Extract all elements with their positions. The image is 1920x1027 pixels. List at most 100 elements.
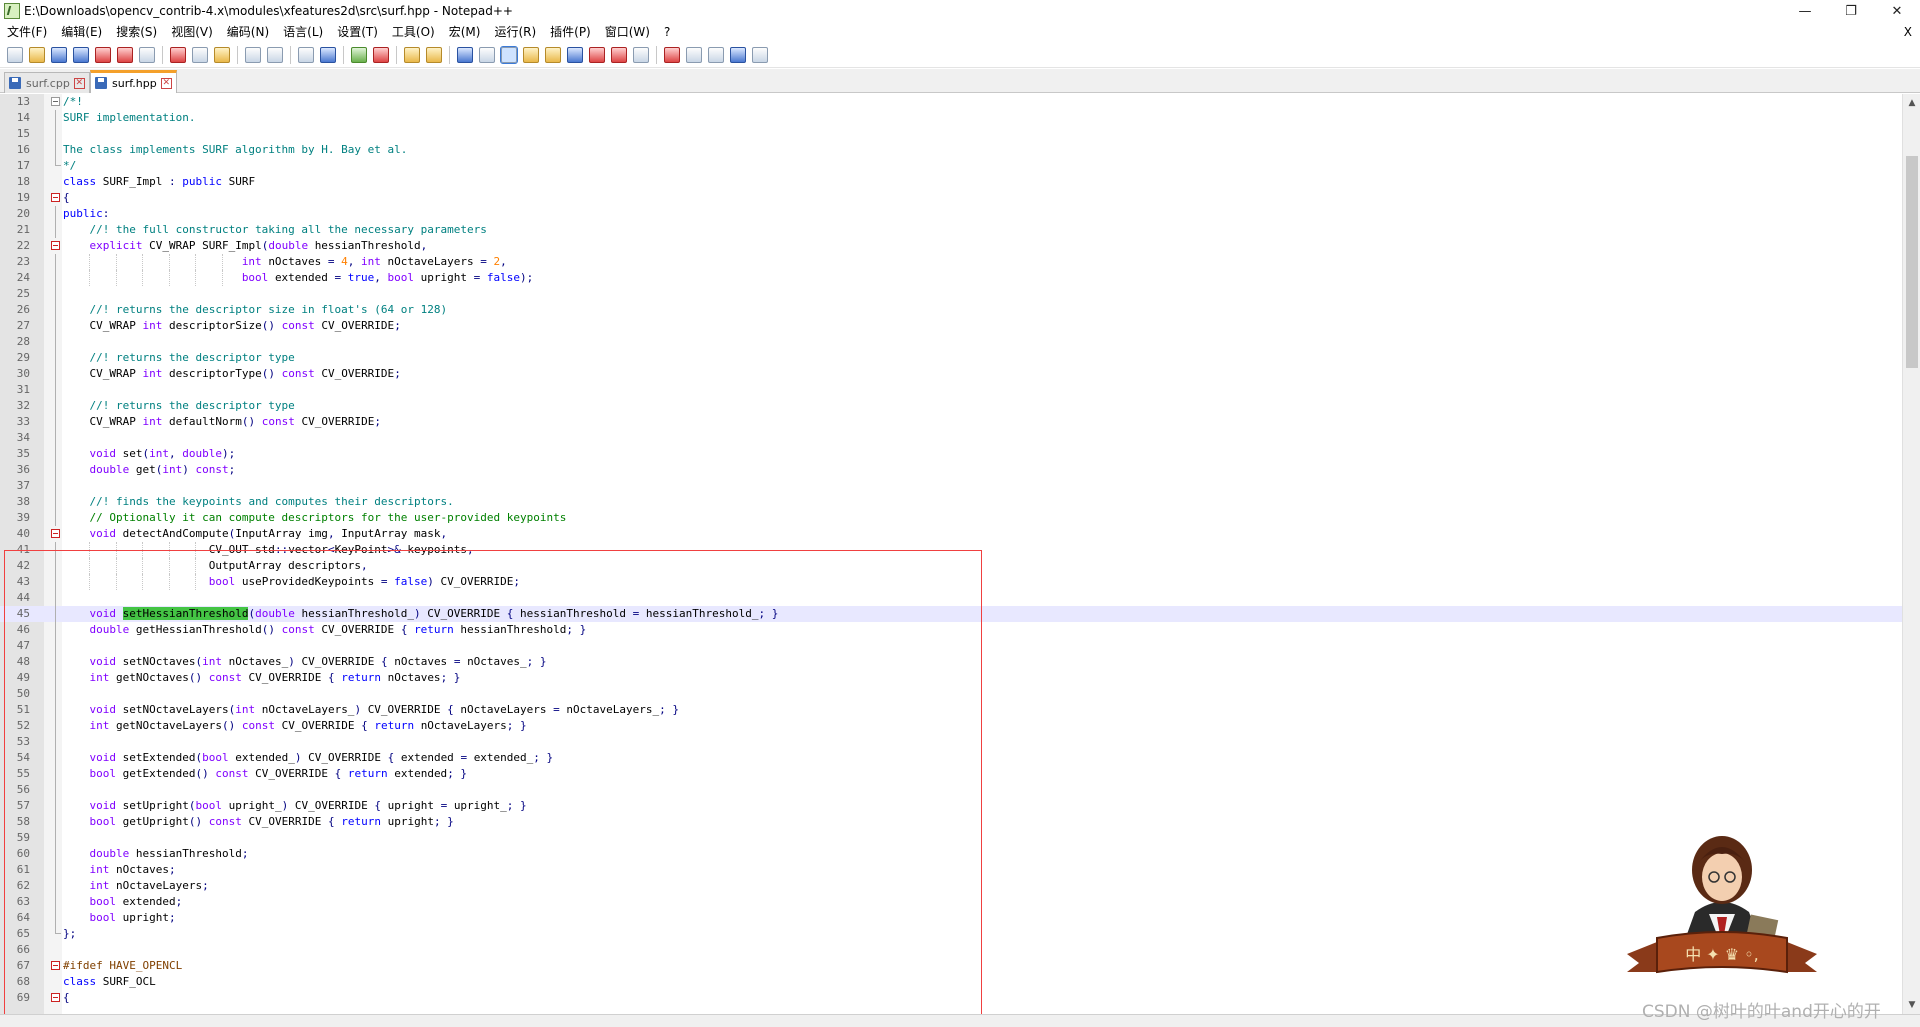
find-icon[interactable]	[298, 47, 314, 63]
code-line[interactable]: 30 CV_WRAP int descriptorType() const CV…	[0, 366, 1902, 382]
fold-toggle-icon[interactable]	[51, 961, 60, 970]
sync-vertical-icon[interactable]	[404, 47, 420, 63]
tab-surf-cpp[interactable]: surf.cpp ✕	[4, 72, 90, 93]
code-line[interactable]: 28	[0, 334, 1902, 350]
close-window-button[interactable]: ✕	[1874, 0, 1920, 22]
indent-guide-icon[interactable]	[500, 46, 518, 64]
scroll-down-icon[interactable]: ▼	[1903, 996, 1920, 1014]
fold-toggle-icon[interactable]	[51, 241, 60, 250]
code-line[interactable]: 32 //! returns the descriptor type	[0, 398, 1902, 414]
sync-horizontal-icon[interactable]	[426, 47, 442, 63]
paste-icon[interactable]	[214, 47, 230, 63]
code-line[interactable]: 35 void set(int, double);	[0, 446, 1902, 462]
code-line[interactable]: 55 bool getExtended() const CV_OVERRIDE …	[0, 766, 1902, 782]
cut-icon[interactable]	[170, 47, 186, 63]
code-line[interactable]: 33 CV_WRAP int defaultNorm() const CV_OV…	[0, 414, 1902, 430]
code-line[interactable]: 54 void setExtended(bool extended_) CV_O…	[0, 750, 1902, 766]
code-line[interactable]: 48 void setNOctaves(int nOctaves_) CV_OV…	[0, 654, 1902, 670]
code-line[interactable]: 56	[0, 782, 1902, 798]
code-line[interactable]: 14 SURF implementation.	[0, 110, 1902, 126]
code-line[interactable]: 52 int getNOctaveLayers() const CV_OVERR…	[0, 718, 1902, 734]
code-line[interactable]: 69 {	[0, 990, 1902, 1006]
code-line[interactable]: 34	[0, 430, 1902, 446]
code-line[interactable]: 51 void setNOctaveLayers(int nOctaveLaye…	[0, 702, 1902, 718]
close-document-button[interactable]: X	[1904, 22, 1912, 43]
redo-icon[interactable]	[267, 47, 283, 63]
close-tab-icon[interactable]: ✕	[160, 77, 172, 89]
play-macro-icon[interactable]	[708, 47, 724, 63]
doc-list-icon[interactable]	[567, 47, 583, 63]
close-icon[interactable]	[95, 47, 111, 63]
code-line[interactable]: 23 int nOctaves = 4, int nOctaveLayers =…	[0, 254, 1902, 270]
code-line[interactable]: 18 class SURF_Impl : public SURF	[0, 174, 1902, 190]
code-line[interactable]: 17 */	[0, 158, 1902, 174]
save-all-icon[interactable]	[73, 47, 89, 63]
code-line[interactable]: 29 //! returns the descriptor type	[0, 350, 1902, 366]
menu-help[interactable]: ?	[657, 22, 677, 43]
fold-toggle-icon[interactable]	[51, 97, 60, 106]
menu-language[interactable]: 语言(L)	[276, 22, 330, 43]
code-line[interactable]: 39 // Optionally it can compute descript…	[0, 510, 1902, 526]
minimize-button[interactable]: —	[1782, 0, 1828, 22]
menu-file[interactable]: 文件(F)	[0, 22, 54, 43]
undo-icon[interactable]	[245, 47, 261, 63]
menu-settings[interactable]: 设置(T)	[330, 22, 385, 43]
code-line[interactable]: 13 /*!	[0, 94, 1902, 110]
menu-macro[interactable]: 宏(M)	[442, 22, 488, 43]
code-line[interactable]: 47	[0, 638, 1902, 654]
open-file-icon[interactable]	[29, 47, 45, 63]
scroll-up-icon[interactable]: ▲	[1903, 94, 1920, 112]
code-line[interactable]: 31	[0, 382, 1902, 398]
print-icon[interactable]	[139, 47, 155, 63]
code-line[interactable]: 19 {	[0, 190, 1902, 206]
code-line[interactable]: 38 //! finds the keypoints and computes …	[0, 494, 1902, 510]
code-line[interactable]: 16 The class implements SURF algorithm by…	[0, 142, 1902, 158]
save-icon[interactable]	[51, 47, 67, 63]
show-all-chars-icon[interactable]	[479, 47, 495, 63]
code-line[interactable]: 46 double getHessianThreshold() const CV…	[0, 622, 1902, 638]
zoom-out-icon[interactable]	[373, 47, 389, 63]
code-line[interactable]: 22 explicit CV_WRAP SURF_Impl(double hes…	[0, 238, 1902, 254]
menu-search[interactable]: 搜索(S)	[109, 22, 164, 43]
vertical-scrollbar[interactable]: ▲ ▼	[1902, 94, 1920, 1014]
code-line[interactable]: 36 double get(int) const;	[0, 462, 1902, 478]
word-wrap-icon[interactable]	[457, 47, 473, 63]
close-tab-icon[interactable]: ✕	[73, 77, 85, 89]
record-macro-icon[interactable]	[664, 47, 680, 63]
function-list-icon[interactable]	[589, 47, 605, 63]
code-line[interactable]: 21 //! the full constructor taking all t…	[0, 222, 1902, 238]
fold-toggle-icon[interactable]	[51, 993, 60, 1002]
code-line[interactable]: 44	[0, 590, 1902, 606]
maximize-button[interactable]: ❐	[1828, 0, 1874, 22]
menu-encoding[interactable]: 编码(N)	[220, 22, 276, 43]
fold-toggle-icon[interactable]	[51, 193, 60, 202]
code-line[interactable]: 43 bool useProvidedKeypoints = false) CV…	[0, 574, 1902, 590]
code-line[interactable]: 20 public:	[0, 206, 1902, 222]
menu-plugins[interactable]: 插件(P)	[543, 22, 598, 43]
code-line[interactable]: 27 CV_WRAP int descriptorSize() const CV…	[0, 318, 1902, 334]
code-line[interactable]: 37	[0, 478, 1902, 494]
doc-map-icon[interactable]	[545, 47, 561, 63]
code-line[interactable]: 41 CV_OUT std::vector<KeyPoint>& keypoin…	[0, 542, 1902, 558]
code-line[interactable]: 42 OutputArray descriptors,	[0, 558, 1902, 574]
menu-window[interactable]: 窗口(W)	[598, 22, 657, 43]
copy-icon[interactable]	[192, 47, 208, 63]
menu-view[interactable]: 视图(V)	[164, 22, 220, 43]
code-line[interactable]: 24 bool extended = true, bool upright = …	[0, 270, 1902, 286]
tab-surf-hpp[interactable]: surf.hpp ✕	[90, 70, 177, 93]
code-line[interactable]: 15	[0, 126, 1902, 142]
code-line[interactable]: 53	[0, 734, 1902, 750]
monitoring-icon[interactable]	[633, 47, 649, 63]
menu-tools[interactable]: 工具(O)	[385, 22, 442, 43]
code-line[interactable]: 45 void setHessianThreshold(double hessi…	[0, 606, 1902, 622]
save-macro-icon[interactable]	[752, 47, 768, 63]
menu-edit[interactable]: 编辑(E)	[54, 22, 109, 43]
scrollbar-thumb[interactable]	[1906, 156, 1918, 368]
code-line[interactable]: 57 void setUpright(bool upright_) CV_OVE…	[0, 798, 1902, 814]
udl-icon[interactable]	[523, 47, 539, 63]
code-line[interactable]: 40 void detectAndCompute(InputArray img,…	[0, 526, 1902, 542]
new-file-icon[interactable]	[7, 47, 23, 63]
code-line[interactable]: 50	[0, 686, 1902, 702]
code-line[interactable]: 25	[0, 286, 1902, 302]
stop-macro-icon[interactable]	[686, 47, 702, 63]
